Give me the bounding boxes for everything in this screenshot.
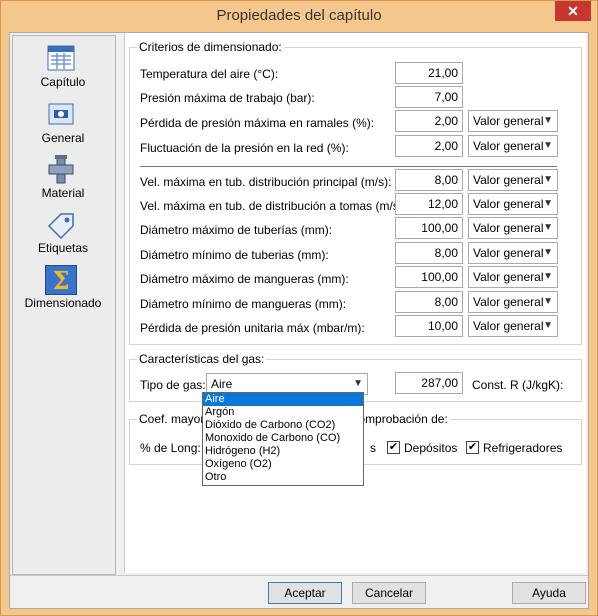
chevron-down-icon: ▼ (353, 378, 363, 389)
select-value: Valor general (473, 246, 544, 260)
ayuda-button[interactable]: Ayuda (512, 582, 586, 604)
gas-group-title: Características del gas: (137, 352, 267, 366)
sidebar-item-label: Etiquetas (37, 241, 89, 255)
main-panel: Criterios de dimensionado: Temperatura d… (124, 33, 586, 573)
row-label: Vel. máxima en tub. distribución princip… (140, 175, 392, 189)
general-settings-icon (45, 100, 77, 130)
chevron-down-icon: ▼ (543, 320, 553, 331)
row-label: Temperatura del aire (°C): (140, 67, 279, 81)
chevron-down-icon: ▼ (543, 140, 553, 151)
row-label: Diámetro mínimo de tuberias (mm): (140, 248, 329, 262)
diam-min-mangueras-select[interactable]: Valor general ▼ (468, 291, 558, 313)
select-value: Valor general (473, 139, 544, 153)
title-bar[interactable]: Propiedades del capítulo ✕ (1, 1, 597, 33)
fluctuacion-select[interactable]: Valor general ▼ (468, 135, 558, 157)
dropdown-option[interactable]: Aire (203, 393, 363, 406)
chevron-down-icon: ▼ (543, 115, 553, 126)
sidebar-item-label: Dimensionado (24, 296, 102, 310)
row-label: Diámetro máximo de tuberías (mm): (140, 223, 333, 237)
row-label: Diámetro máximo de mangueras (mm): (140, 272, 349, 286)
diam-min-tuberias-select[interactable]: Valor general ▼ (468, 242, 558, 264)
row-label: Vel. máxima en tub. de distribución a to… (140, 199, 407, 213)
temperatura-input[interactable]: 21,00 (395, 62, 463, 84)
dropdown-option[interactable]: Hidrógeno (H2) (203, 445, 363, 458)
close-button[interactable]: ✕ (555, 1, 591, 21)
dialog-client: Capítulo General Material Etiquetas Σ Di… (9, 32, 589, 609)
window-title: Propiedades del capítulo (216, 7, 382, 24)
select-value: Valor general (473, 197, 544, 211)
criterios-group: Criterios de dimensionado: Temperatura d… (129, 40, 582, 345)
dropdown-option[interactable]: Oxígeno (O2) (203, 458, 363, 471)
select-value: Valor general (473, 221, 544, 235)
diam-max-tuberias-input[interactable]: 100,00 (395, 217, 463, 239)
refrigeradores-label: Refrigeradores (483, 441, 563, 455)
row-label: Pérdida de presión máxima en ramales (%)… (140, 116, 375, 130)
separator (140, 166, 557, 167)
select-value: Valor general (473, 173, 544, 187)
chevron-down-icon: ▼ (543, 296, 553, 307)
perdida-unitaria-input[interactable]: 10,00 (395, 315, 463, 337)
row-label: Pérdida de presión unitaria máx (mbar/m)… (140, 321, 365, 335)
chevron-down-icon: ▼ (543, 174, 553, 185)
sidebar-item-etiquetas[interactable]: Etiquetas (13, 210, 113, 265)
aceptar-button[interactable]: Aceptar (268, 582, 342, 604)
sidebar-item-label: Capítulo (40, 75, 86, 89)
sidebar: Capítulo General Material Etiquetas Σ Di… (12, 35, 116, 575)
svg-text:Σ: Σ (53, 266, 70, 294)
sidebar-item-label: General (41, 131, 85, 145)
fluctuacion-input[interactable]: 2,00 (395, 135, 463, 157)
diam-max-mangueras-select[interactable]: Valor general ▼ (468, 266, 558, 288)
vel-tomas-select[interactable]: Valor general ▼ (468, 193, 558, 215)
row-label: Presión máxima de trabajo (bar): (140, 91, 315, 105)
select-value: Valor general (473, 295, 544, 309)
vel-principal-input[interactable]: 8,00 (395, 169, 463, 191)
sigma-icon: Σ (45, 265, 77, 295)
tipo-gas-label: Tipo de gas: (140, 378, 206, 392)
refrigeradores-checkbox[interactable]: ✔ (466, 441, 479, 454)
dropdown-option[interactable]: Monoxido de Carbono (CO) (203, 432, 363, 445)
tag-icon (45, 210, 77, 240)
perdida-unitaria-select[interactable]: Valor general ▼ (468, 315, 558, 337)
hidden-label-fragment: s (370, 441, 376, 455)
const-r-label: Const. R (J/kgK): (472, 378, 564, 392)
chevron-down-icon: ▼ (543, 271, 553, 282)
dropdown-option[interactable]: Otro (203, 471, 363, 484)
diam-max-mangueras-input[interactable]: 100,00 (395, 266, 463, 288)
document-grid-icon (45, 44, 77, 74)
perdida-ramales-input[interactable]: 2,00 (395, 110, 463, 132)
sidebar-item-general[interactable]: General (13, 100, 113, 155)
dropdown-option[interactable]: Argón (203, 406, 363, 419)
depositos-label: Depósitos (404, 441, 458, 455)
diam-min-tuberias-input[interactable]: 8,00 (395, 242, 463, 264)
pipe-fitting-icon (45, 155, 77, 185)
row-label: Fluctuación de la presión en la red (%): (140, 141, 349, 155)
depositos-checkbox[interactable]: ✔ (387, 441, 400, 454)
const-r-input[interactable]: 287,00 (395, 372, 463, 394)
sidebar-item-label: Material (41, 186, 85, 200)
select-value: Valor general (473, 114, 544, 128)
button-bar: Aceptar Cancelar Ayuda (10, 575, 588, 608)
chevron-down-icon: ▼ (543, 198, 553, 209)
row-label: Diámetro mínimo de mangueras (mm): (140, 297, 347, 311)
select-value: Valor general (473, 270, 544, 284)
select-value: Valor general (473, 319, 544, 333)
diam-max-tuberias-select[interactable]: Valor general ▼ (468, 217, 558, 239)
vel-principal-select[interactable]: Valor general ▼ (468, 169, 558, 191)
sidebar-item-dimensionado[interactable]: Σ Dimensionado (13, 265, 113, 320)
presion-maxima-input[interactable]: 7,00 (395, 86, 463, 108)
chevron-down-icon: ▼ (543, 247, 553, 258)
sidebar-item-material[interactable]: Material (13, 155, 113, 210)
chevron-down-icon: ▼ (543, 222, 553, 233)
long-label: % de Long: (140, 441, 201, 455)
dialog-window: Propiedades del capítulo ✕ Capítulo Gene… (0, 0, 598, 616)
vel-tomas-input[interactable]: 12,00 (395, 193, 463, 215)
dropdown-option[interactable]: Dióxido de Carbono (CO2) (203, 419, 363, 432)
diam-min-mangueras-input[interactable]: 8,00 (395, 291, 463, 313)
criterios-group-title: Criterios de dimensionado: (137, 40, 284, 54)
cancelar-button[interactable]: Cancelar (352, 582, 426, 604)
perdida-ramales-select[interactable]: Valor general ▼ (468, 110, 558, 132)
tipo-gas-dropdown-list: Aire Argón Dióxido de Carbono (CO2) Mono… (202, 392, 364, 486)
sidebar-item-capitulo[interactable]: Capítulo (13, 44, 113, 99)
select-value: Aire (211, 377, 233, 391)
